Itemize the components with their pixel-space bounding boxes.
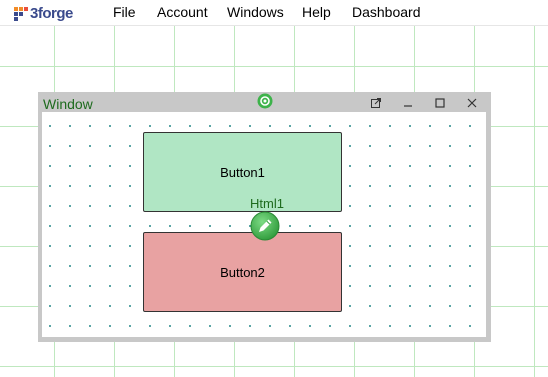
html1-label: Html1 <box>250 196 284 211</box>
window-title: Window <box>43 96 93 112</box>
menu-account[interactable]: Account <box>157 4 208 20</box>
button1[interactable]: Button1 <box>143 132 342 212</box>
pencil-icon[interactable] <box>250 211 280 241</box>
menu-dashboard[interactable]: Dashboard <box>352 4 421 20</box>
window-canvas[interactable]: Button1 Button2 Html1 <box>42 112 486 337</box>
close-icon[interactable] <box>463 95 481 111</box>
brand-logo[interactable]: 3forge <box>14 5 73 22</box>
popout-icon[interactable] <box>367 95 385 111</box>
dashboard-window[interactable]: Window Button1 Button2 Html1 <box>38 92 491 342</box>
button1-label: Button1 <box>220 164 265 180</box>
green-gear-icon[interactable] <box>257 93 273 109</box>
brand-name: 3forge <box>30 5 73 22</box>
menu-file[interactable]: File <box>113 4 136 20</box>
menu-bar: 3forge File Account Windows Help Dashboa… <box>0 0 548 26</box>
button2-label: Button2 <box>220 264 265 280</box>
logo-icon <box>14 6 28 21</box>
menu-help[interactable]: Help <box>302 4 331 20</box>
minimize-icon[interactable] <box>399 95 417 111</box>
maximize-icon[interactable] <box>431 95 449 111</box>
button2[interactable]: Button2 <box>143 232 342 312</box>
menu-windows[interactable]: Windows <box>227 4 284 20</box>
